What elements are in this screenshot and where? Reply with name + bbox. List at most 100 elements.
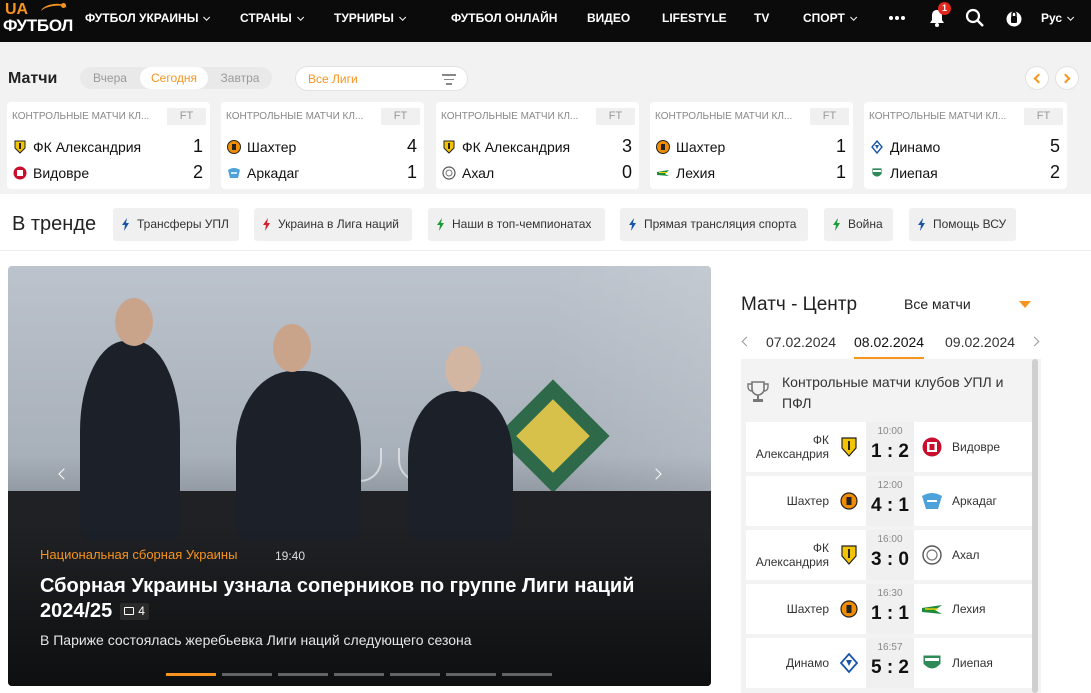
match-score: 1 : 1 [870, 603, 910, 624]
matches-prev-button[interactable] [1025, 66, 1049, 90]
match-card[interactable]: КОНТРОЛЬНЫЕ МАТЧИ КЛ... FT Шахтер 4 Арка… [221, 102, 424, 189]
slider-dot[interactable] [390, 673, 440, 676]
nav-turniry[interactable]: ТУРНИРЫ [334, 0, 407, 42]
slider-prev-icon[interactable] [58, 468, 70, 480]
trend-tag[interactable]: Помощь ВСУ [909, 208, 1016, 241]
match-card[interactable]: КОНТРОЛЬНЫЕ МАТЧИ КЛ... FT Шахтер 1 Лехи… [650, 102, 853, 189]
chevron-right-icon [1060, 73, 1071, 84]
language-select[interactable]: Рус [1041, 0, 1075, 42]
card-competition: КОНТРОЛЬНЫЕ МАТЧИ КЛ... [12, 111, 150, 122]
trend-tag-label: Трансферы УПЛ [137, 217, 229, 231]
nav-futbol-ukrainy[interactable]: ФУТБОЛ УКРАИНЫ [85, 0, 211, 42]
card-home-team: Динамо [890, 139, 941, 155]
score-box: 16:30 1 : 1 [866, 584, 914, 634]
score-box: 16:57 5 : 2 [866, 638, 914, 688]
arkadag-crest-icon [922, 493, 942, 509]
slider-dot[interactable] [502, 673, 552, 676]
away-team: Лиепая [952, 656, 993, 670]
dynamo-crest-icon [840, 653, 858, 673]
nav-futbol-online[interactable]: ФУТБОЛ ОНЛАЙН [451, 0, 557, 42]
trend-tag[interactable]: Украина в Лига наций [254, 208, 412, 241]
nav-video[interactable]: ВИДЕО [587, 0, 630, 42]
divider [0, 250, 1091, 251]
card-home-team: ФК Александрия [462, 139, 571, 155]
arkadag-crest-icon [228, 168, 240, 178]
match-card[interactable]: КОНТРОЛЬНЫЕ МАТЧИ КЛ... FT Динамо 5 Лиеп… [864, 102, 1067, 189]
more-icon[interactable] [887, 8, 907, 28]
article-category[interactable]: Национальная сборная Украины [40, 547, 237, 562]
date-tab[interactable]: 07.02.2024 [766, 334, 836, 350]
card-away-row: Лехия 1 [656, 162, 846, 184]
date-tab-active[interactable]: 08.02.2024 [854, 334, 925, 359]
away-team: Лехия [952, 602, 986, 616]
match-row[interactable]: Шахтер 12:00 4 : 1 Аркадаг [746, 476, 1032, 526]
chevron-down-icon [1067, 13, 1075, 21]
slider-dot[interactable] [166, 673, 216, 676]
card-away-team: Видовре [33, 165, 90, 181]
comment-count[interactable]: 4 [120, 603, 149, 621]
lechia-crest-icon [657, 170, 669, 176]
nav-lifestyle[interactable]: LIFESTYLE [662, 0, 727, 42]
date-tab[interactable]: 09.02.2024 [945, 334, 1015, 350]
matches-next-button[interactable] [1055, 66, 1079, 90]
card-away-row: Видовре 2 [13, 162, 203, 184]
caret-down-icon[interactable] [1019, 301, 1031, 308]
trend-tag-label: Прямая трансляция спорта [644, 217, 797, 231]
lightning-icon [437, 218, 444, 231]
scrollbar[interactable] [1032, 359, 1038, 693]
card-status: FT [810, 108, 849, 125]
article-lead: В Париже состоялась жеребьевка Лиги наци… [40, 632, 472, 648]
card-home-team: Шахтер [247, 139, 297, 155]
person-head [115, 298, 153, 346]
card-home-team: ФК Александрия [33, 139, 142, 155]
slider-dot[interactable] [278, 673, 328, 676]
trend-tag[interactable]: Наши в топ-чемпионатах [428, 208, 605, 241]
article-time: 19:40 [275, 549, 306, 563]
nav-sport[interactable]: СПОРТ [803, 0, 857, 42]
match-row[interactable]: ФК Александрия 10:00 1 : 2 Видовре [746, 422, 1032, 472]
league-filter[interactable]: Все Лиги [295, 66, 468, 91]
card-home-row: ФК Александрия 1 [13, 136, 203, 158]
site-logo[interactable]: UA ФУТБОЛ [3, 2, 75, 40]
logo-futbol: ФУТБОЛ [3, 16, 73, 35]
article-headline[interactable]: Сборная Украины узнала соперников по гру… [40, 574, 640, 624]
user-lock-icon[interactable] [1004, 8, 1024, 28]
search-icon[interactable] [965, 8, 985, 28]
match-row[interactable]: Шахтер 16:30 1 : 1 Лехия [746, 584, 1032, 634]
nav-tv[interactable]: TV [754, 0, 769, 42]
match-center-title: Матч - Центр [741, 294, 858, 315]
card-competition: КОНТРОЛЬНЫЕ МАТЧИ КЛ... [441, 111, 579, 122]
card-home-score: 1 [835, 136, 846, 156]
match-row[interactable]: Динамо 16:57 5 : 2 Лиепая [746, 638, 1032, 688]
slider-dot[interactable] [222, 673, 272, 676]
trend-tag[interactable]: Война [824, 208, 893, 241]
tab-today[interactable]: Сегодня [140, 67, 208, 89]
slider-dot[interactable] [334, 673, 384, 676]
match-row[interactable]: ФК Александрия 16:00 3 : 0 Ахал [746, 530, 1032, 580]
trend-tag[interactable]: Трансферы УПЛ [113, 208, 239, 241]
match-card[interactable]: КОНТРОЛЬНЫЕ МАТЧИ КЛ... FT ФК Александри… [436, 102, 639, 189]
away-team: Ахал [952, 548, 980, 562]
tab-yesterday[interactable]: Вчера [80, 67, 140, 89]
match-card[interactable]: КОНТРОЛЬНЫЕ МАТЧИ КЛ... FT ФК Александри… [7, 102, 210, 189]
person-figure [408, 391, 513, 541]
language-label: Рус [1041, 11, 1063, 25]
kickoff-time: 12:00 [877, 480, 903, 491]
date-prev-icon[interactable] [741, 336, 752, 347]
hero-slider[interactable]: Национальная сборная Украины 19:40 Сборн… [8, 266, 711, 686]
slider-dot[interactable] [446, 673, 496, 676]
nav-strany[interactable]: СТРАНЫ [240, 0, 304, 42]
match-filter-select[interactable]: Все матчи [904, 296, 971, 312]
tab-tomorrow[interactable]: Завтра [208, 67, 272, 89]
home-team: Динамо [785, 656, 829, 670]
card-home-score: 4 [406, 136, 417, 156]
competition-name[interactable]: Контрольные матчи клубов УПЛ и ПФЛ [782, 372, 1022, 414]
oleksandriya-crest-icon [14, 140, 26, 154]
lightning-icon [833, 218, 840, 231]
date-next-icon[interactable] [1029, 336, 1040, 347]
card-away-row: Аркадаг 1 [227, 162, 417, 184]
card-home-team: Шахтер [676, 139, 726, 155]
trend-tag[interactable]: Прямая трансляция спорта [620, 208, 808, 241]
shakhtar-crest-icon [840, 600, 858, 618]
kickoff-time: 10:00 [877, 426, 903, 437]
